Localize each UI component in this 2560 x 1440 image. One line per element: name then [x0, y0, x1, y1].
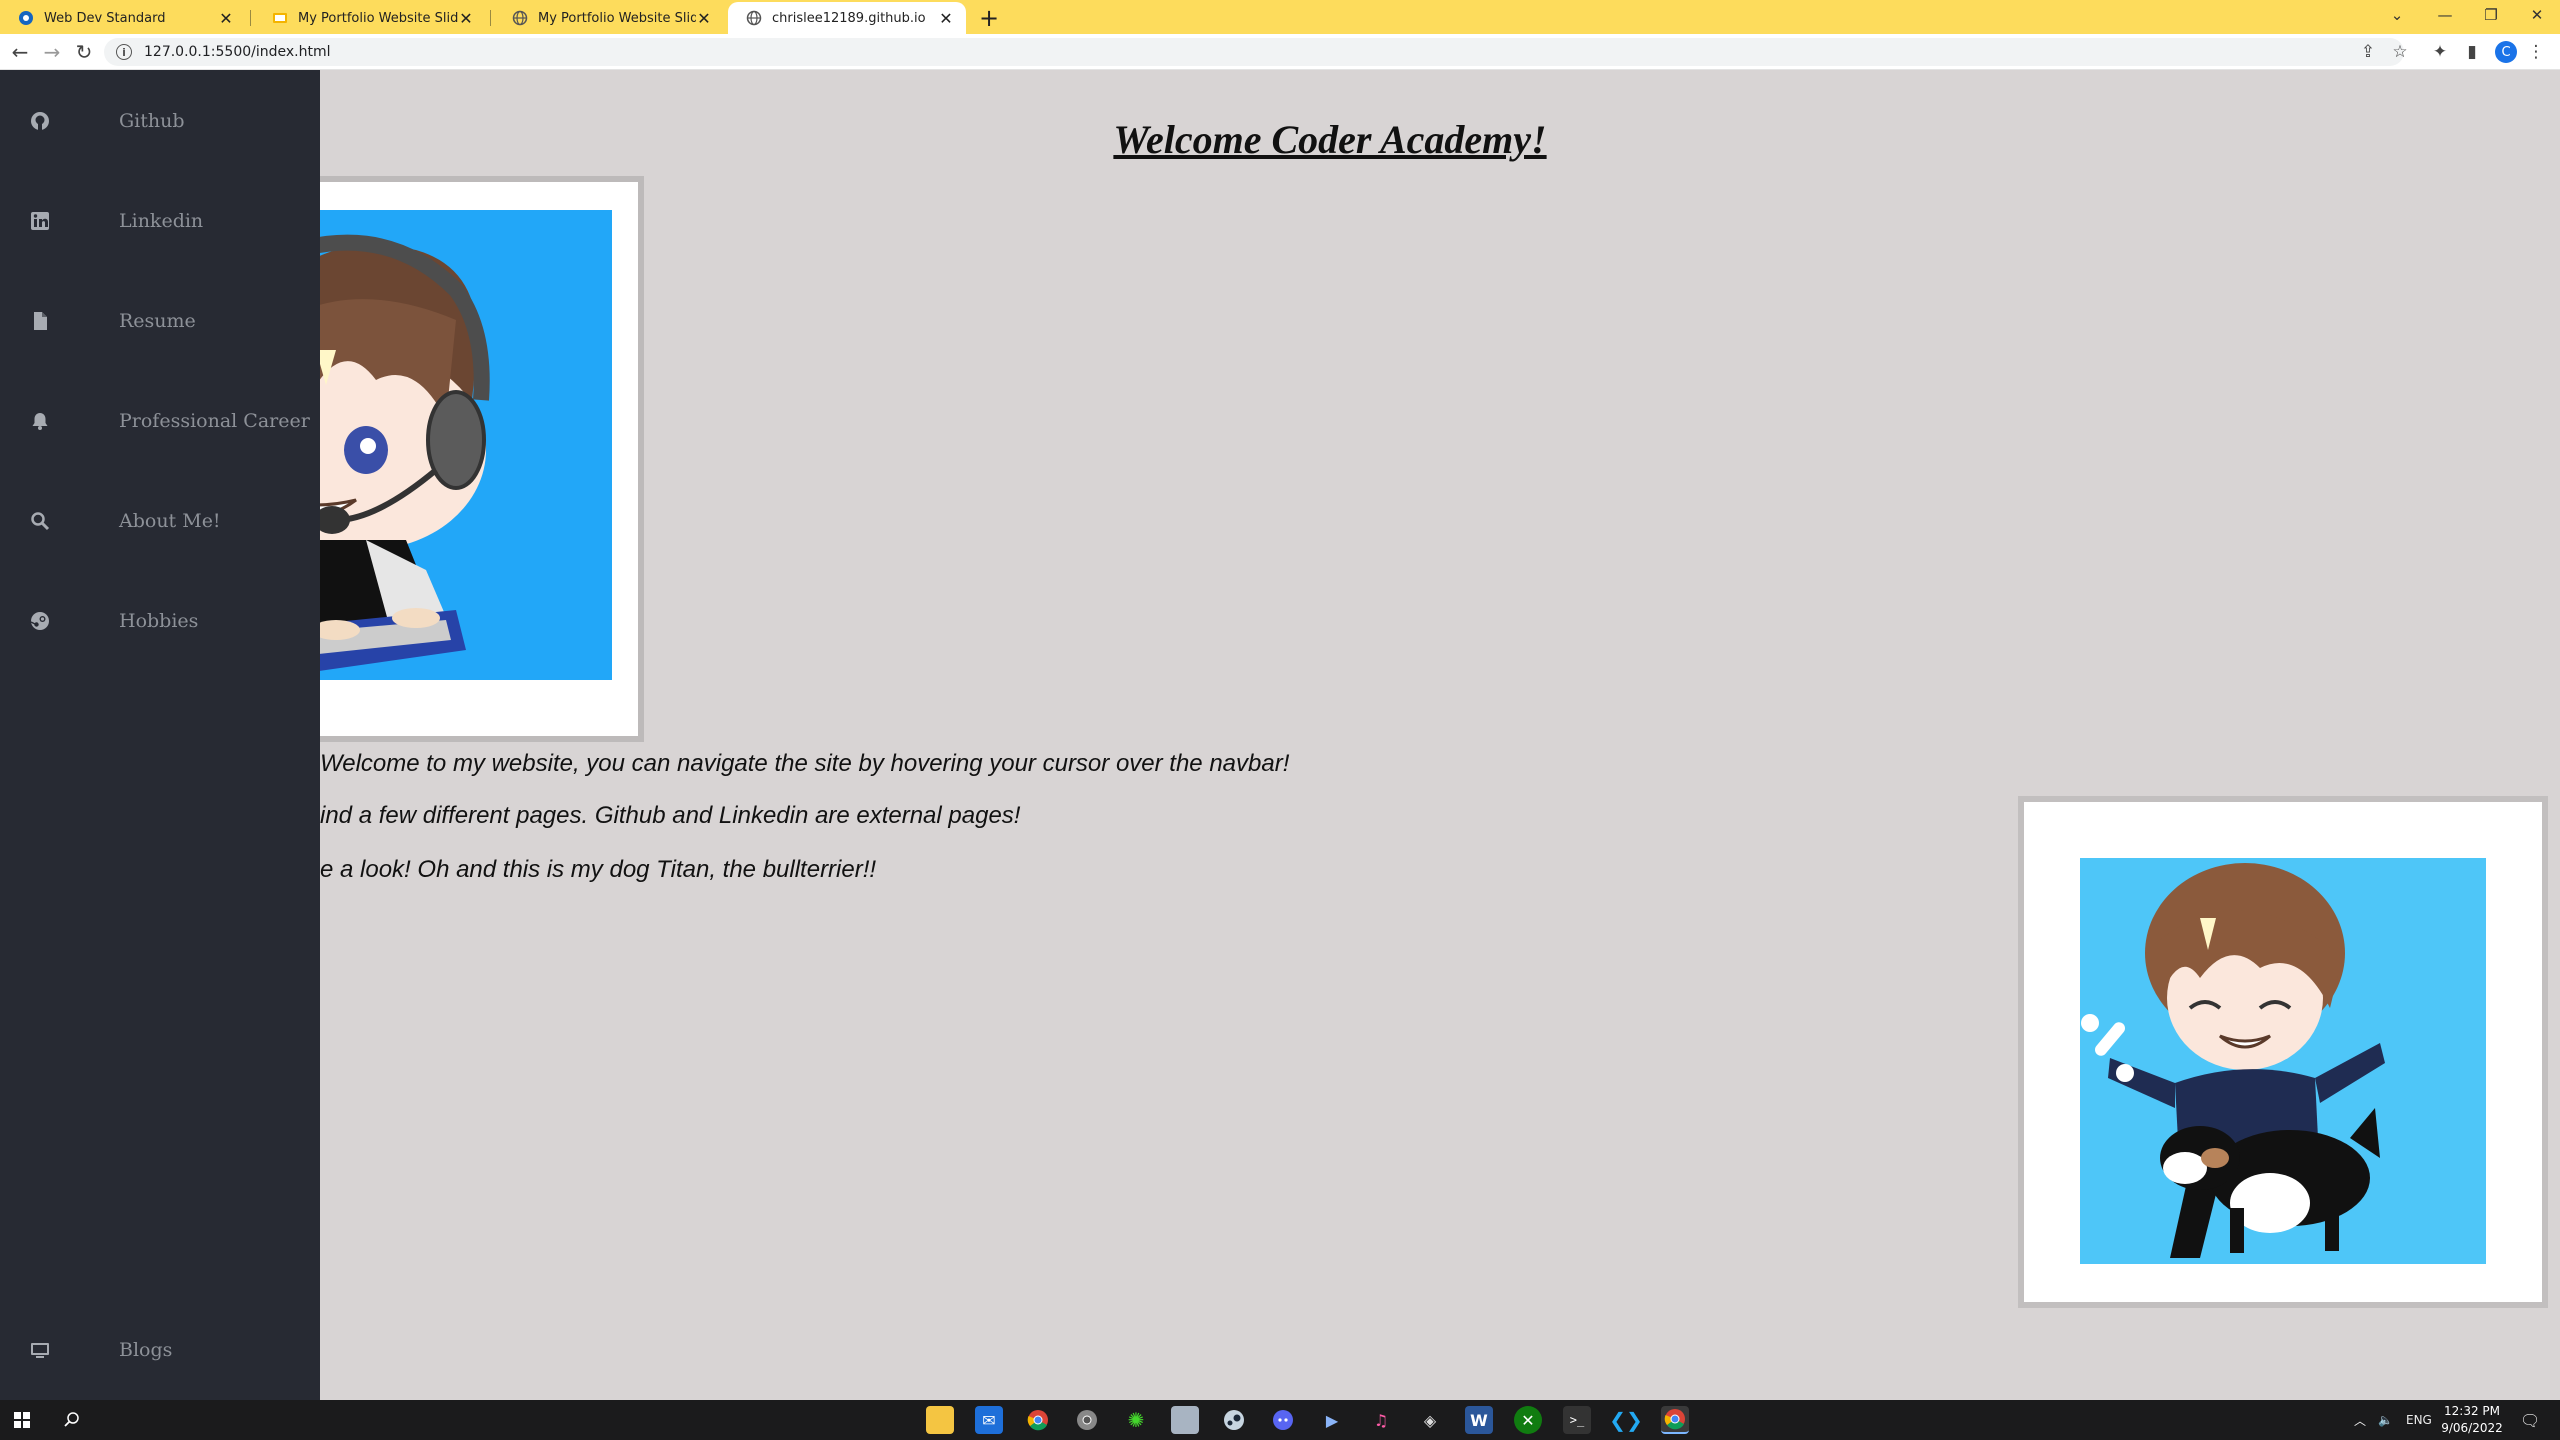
- close-icon[interactable]: ✕: [458, 9, 474, 28]
- file-icon: [28, 309, 52, 333]
- sidebar-item-blogs[interactable]: Blogs: [0, 1320, 320, 1380]
- windows-taskbar: ✉ ✺ ▶ ♫ ◈ W ✕ >_ ❮❯ ︿ 🔈 ENG 12:32 PM 9/0…: [0, 1400, 2560, 1440]
- sidebar-item-label: Blogs: [119, 1339, 173, 1361]
- bookmark-star-icon[interactable]: ☆: [2390, 42, 2410, 62]
- tab-title: My Portfolio Website Slidedeck: [538, 10, 696, 26]
- dog-photo-frame: [2024, 802, 2542, 1302]
- side-panel-icon[interactable]: ▮: [2462, 42, 2482, 62]
- xbox-icon[interactable]: ✕: [1514, 1406, 1542, 1434]
- system-clock[interactable]: 12:32 PM 9/06/2022: [2432, 1403, 2512, 1437]
- sidebar-item-label: Hobbies: [119, 610, 199, 632]
- linkedin-icon: [28, 209, 52, 233]
- tab-web-dev-standard[interactable]: Web Dev Standard ✕: [0, 2, 246, 34]
- monitor-icon: [28, 1338, 52, 1362]
- page-title: Welcome Coder Academy!: [1113, 117, 1547, 162]
- page-viewport: Github Linkedin Resume Professional Care…: [0, 70, 2560, 1400]
- search-icon[interactable]: [58, 1406, 86, 1434]
- chrome-dev-icon[interactable]: [1073, 1406, 1101, 1434]
- notifications-icon[interactable]: 🗨: [2520, 1400, 2540, 1440]
- tab-title: My Portfolio Website Slidedeck -: [298, 10, 458, 26]
- extensions-puzzle-icon[interactable]: ✦: [2430, 42, 2450, 62]
- language-indicator[interactable]: ENG: [2406, 1400, 2432, 1440]
- vscode-icon[interactable]: ❮❯: [1609, 1406, 1643, 1434]
- welcome-paragraph: Welcome to my website, you can navigate …: [320, 750, 1290, 777]
- itunes-icon[interactable]: ♫: [1367, 1406, 1395, 1434]
- sidebar-item-label: Professional Career: [119, 410, 310, 432]
- sidebar-item-label: About Me!: [119, 510, 221, 532]
- steam-icon: [28, 609, 52, 633]
- volume-icon[interactable]: 🔈: [2378, 1400, 2393, 1440]
- sidebar-nav: Github Linkedin Resume Professional Care…: [0, 70, 320, 1400]
- tray-chevron-icon[interactable]: ︿: [2354, 1400, 2366, 1440]
- tab-separator: [250, 10, 251, 26]
- github-icon: [28, 109, 52, 133]
- globe-icon: [512, 10, 528, 26]
- media-icon[interactable]: ▶: [1318, 1406, 1346, 1434]
- razer-icon[interactable]: ✺: [1122, 1406, 1150, 1434]
- back-button[interactable]: ←: [8, 40, 32, 64]
- address-bar[interactable]: i 127.0.0.1:5500/index.html: [104, 38, 2404, 66]
- close-icon[interactable]: ✕: [218, 9, 234, 28]
- terminal-icon[interactable]: >_: [1563, 1406, 1591, 1434]
- profile-avatar[interactable]: C: [2495, 41, 2517, 63]
- file-explorer-icon[interactable]: [926, 1406, 954, 1434]
- share-icon[interactable]: ⇪: [2358, 42, 2378, 62]
- browser-tab-strip: Web Dev Standard ✕ My Portfolio Website …: [0, 0, 2560, 34]
- sidebar-item-hobbies[interactable]: Hobbies: [0, 591, 320, 651]
- new-tab-button[interactable]: +: [976, 4, 1002, 32]
- reload-button[interactable]: ↻: [72, 40, 96, 64]
- close-window-button[interactable]: ✕: [2514, 0, 2560, 30]
- tab-search-chevron-icon[interactable]: ⌄: [2374, 0, 2420, 30]
- close-icon[interactable]: ✕: [696, 9, 712, 28]
- sidebar-item-label: Github: [119, 110, 185, 132]
- dog-paragraph: e a look! Oh and this is my dog Titan, t…: [320, 856, 877, 883]
- sidebar-item-professional-career[interactable]: Professional Career: [0, 391, 320, 451]
- tab-chrislee-github[interactable]: chrislee12189.github.io ✕: [728, 2, 966, 34]
- globe-icon: [746, 10, 762, 26]
- clock-date: 9/06/2022: [2441, 1421, 2503, 1435]
- slides-icon: [272, 10, 288, 26]
- tab-separator: [490, 10, 491, 26]
- tab-title: Web Dev Standard: [44, 10, 166, 26]
- restore-button[interactable]: ❐: [2468, 0, 2514, 30]
- word-icon[interactable]: W: [1465, 1406, 1493, 1434]
- chrome-active-icon[interactable]: [1661, 1406, 1689, 1434]
- minimize-button[interactable]: —: [2422, 0, 2468, 30]
- clock-time: 12:32 PM: [2444, 1404, 2500, 1418]
- windows-start-icon[interactable]: [8, 1406, 36, 1434]
- mail-icon[interactable]: ✉: [975, 1406, 1003, 1434]
- sidebar-item-linkedin[interactable]: Linkedin: [0, 191, 320, 251]
- stack-icon[interactable]: ◈: [1416, 1406, 1444, 1434]
- bell-icon: [28, 409, 52, 433]
- browser-toolbar: ← → ↻ i 127.0.0.1:5500/index.html ⇪ ☆ ✦ …: [0, 34, 2560, 70]
- discord-icon[interactable]: [1269, 1406, 1297, 1434]
- sidebar-item-about-me[interactable]: About Me!: [0, 491, 320, 551]
- sidebar-item-resume[interactable]: Resume: [0, 291, 320, 351]
- search-icon: [28, 509, 52, 533]
- close-icon[interactable]: ✕: [938, 9, 954, 28]
- tab-slidedeck-2[interactable]: My Portfolio Website Slidedeck ✕: [494, 2, 724, 34]
- tab-slidedeck-1[interactable]: My Portfolio Website Slidedeck - ✕: [254, 2, 486, 34]
- pages-paragraph: ind a few different pages. Github and Li…: [320, 802, 1021, 829]
- gem-icon: [18, 10, 34, 26]
- forward-button[interactable]: →: [40, 40, 64, 64]
- steam-icon[interactable]: [1220, 1406, 1248, 1434]
- sidebar-item-label: Resume: [119, 310, 196, 332]
- url-text: 127.0.0.1:5500/index.html: [144, 44, 331, 60]
- menu-kebab-icon[interactable]: ⋮: [2526, 42, 2546, 62]
- sidebar-item-github[interactable]: Github: [0, 91, 320, 151]
- sidebar-item-label: Linkedin: [119, 210, 204, 232]
- store-icon[interactable]: [1171, 1406, 1199, 1434]
- tab-title: chrislee12189.github.io: [772, 10, 926, 26]
- dog-chibi-image: [2080, 858, 2486, 1264]
- chrome-icon[interactable]: [1024, 1406, 1052, 1434]
- info-icon[interactable]: i: [116, 44, 132, 60]
